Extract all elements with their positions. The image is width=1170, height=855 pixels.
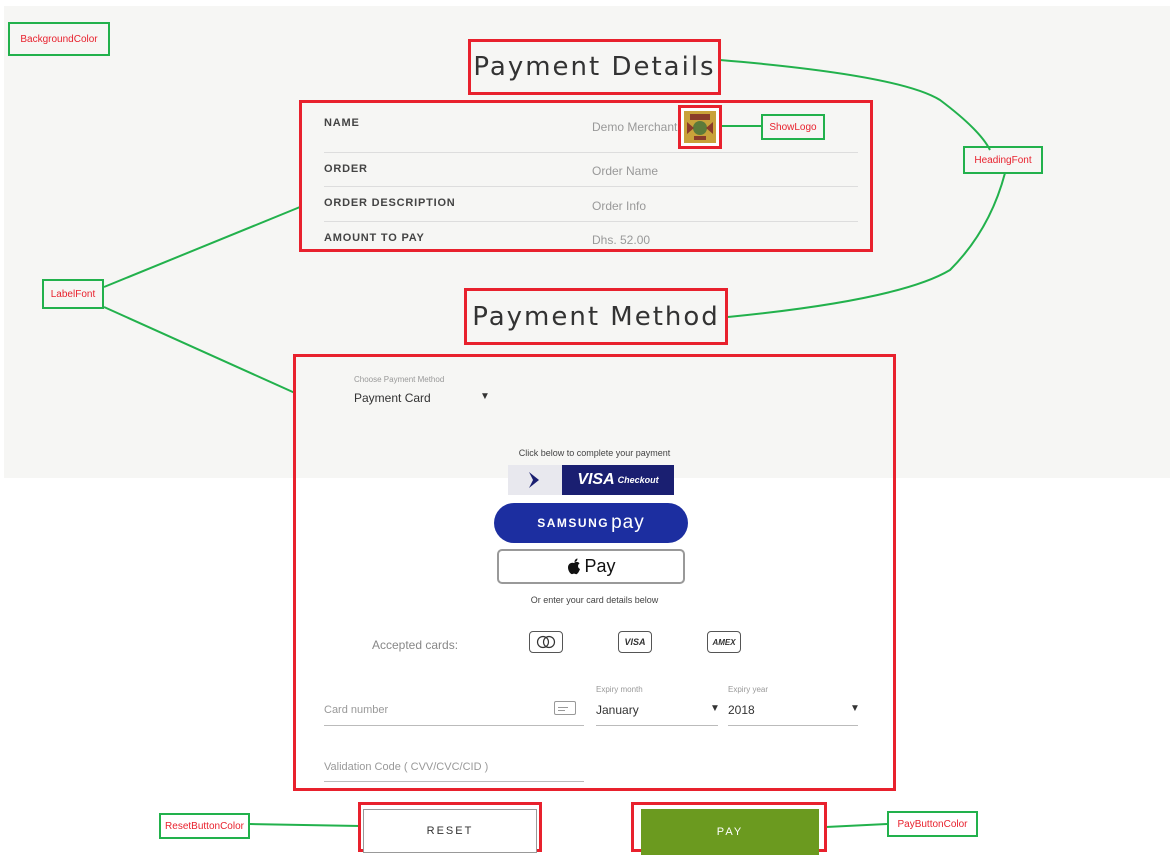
visa-checkout-brand: VISA xyxy=(577,471,615,488)
name-label: NAME xyxy=(324,117,360,129)
chevron-right-icon xyxy=(508,465,562,495)
apple-icon xyxy=(568,558,581,574)
expiry-year-select[interactable]: 2018 ▼ xyxy=(728,703,860,717)
order-label: ORDER xyxy=(324,163,368,175)
accepted-cards-label: Accepted cards: xyxy=(372,638,459,652)
or-enter-text: Or enter your card details below xyxy=(530,595,659,605)
dropdown-arrow-icon: ▼ xyxy=(850,703,860,714)
expiry-year-underline xyxy=(728,725,858,726)
payment-details-heading: Payment Details xyxy=(468,39,721,95)
expiry-month-underline xyxy=(596,725,718,726)
row-divider xyxy=(324,152,858,153)
annotation-reset-button-color: ResetButtonColor xyxy=(159,813,250,839)
reset-button[interactable]: RESET xyxy=(363,809,537,853)
cvv-input[interactable]: Validation Code ( CVV/CVC/CID ) xyxy=(324,761,488,773)
annotation-background-color: BackgroundColor xyxy=(8,22,110,56)
click-below-text: Click below to complete your payment xyxy=(518,448,671,458)
payment-details-panel: NAME Demo Merchant ORDER Order Name ORDE… xyxy=(299,100,873,252)
mastercard-icon xyxy=(529,631,563,653)
payment-method-select[interactable]: Payment Card ▼ xyxy=(354,391,490,409)
order-value: Order Name xyxy=(592,164,659,178)
cvv-underline xyxy=(324,781,584,782)
pay-button[interactable]: PAY xyxy=(641,809,819,855)
visa-checkout-button[interactable]: VISA Checkout xyxy=(508,465,674,495)
amount-label: AMOUNT TO PAY xyxy=(324,232,425,244)
expiry-month-select[interactable]: January ▼ xyxy=(596,703,720,717)
annotation-label-font: LabelFont xyxy=(42,279,104,309)
merchant-logo-icon xyxy=(684,111,716,143)
samsung-pay-suffix: pay xyxy=(611,512,645,533)
visa-checkout-suffix: Checkout xyxy=(617,475,659,485)
row-divider xyxy=(324,221,858,222)
annotation-pay-button-color: PayButtonColor xyxy=(887,811,978,837)
visa-card-icon: VISA xyxy=(618,631,652,653)
dropdown-arrow-icon: ▼ xyxy=(710,703,720,714)
name-value: Demo Merchant xyxy=(592,120,678,134)
apple-pay-button[interactable]: Pay xyxy=(497,549,685,584)
card-icon xyxy=(554,701,576,715)
expiry-year-label: Expiry year xyxy=(728,685,769,694)
amount-value: Dhs. 52.00 xyxy=(592,233,651,247)
pay-button-frame: PAY xyxy=(631,802,827,855)
merchant-logo-frame xyxy=(678,105,722,149)
order-description-value: Order Info xyxy=(592,199,647,213)
expiry-month-label: Expiry month xyxy=(596,685,643,694)
row-divider xyxy=(324,186,858,187)
card-number-input[interactable]: Card number xyxy=(324,704,388,716)
payment-method-panel: Choose Payment Method Payment Card ▼ Cli… xyxy=(293,354,896,791)
dropdown-arrow-icon: ▼ xyxy=(480,391,490,402)
reset-button-frame: RESET xyxy=(358,802,542,853)
samsung-pay-brand: SAMSUNG xyxy=(537,516,610,530)
card-number-underline xyxy=(324,725,584,726)
apple-pay-label: Pay xyxy=(584,556,616,576)
annotation-heading-font: HeadingFont xyxy=(963,146,1043,174)
order-description-label: ORDER DESCRIPTION xyxy=(324,197,456,209)
samsung-pay-button[interactable]: SAMSUNG pay xyxy=(494,503,688,543)
payment-method-heading: Payment Method xyxy=(464,288,728,345)
amex-card-icon: AMEX xyxy=(707,631,741,653)
choose-method-label: Choose Payment Method xyxy=(354,375,445,384)
